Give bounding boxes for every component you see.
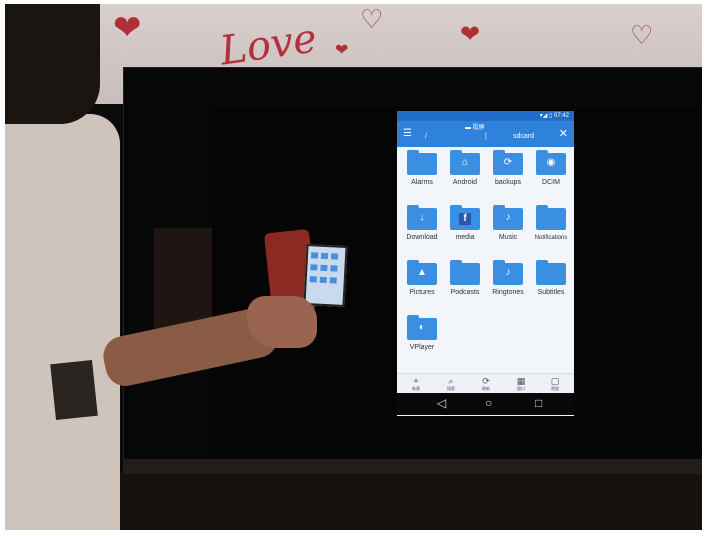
folder-download[interactable]: ↓ Download [400, 204, 444, 254]
grid-icon: ▦ [516, 376, 526, 386]
folder-icon [450, 260, 480, 285]
folder-vplayer[interactable]: ◐ VPlayer [400, 314, 444, 364]
person-head [5, 4, 100, 124]
status-time: 07:42 [553, 113, 569, 119]
folder-ringtones[interactable]: ♪ Ringtones [486, 259, 530, 309]
folder-icon: ↓ [407, 205, 437, 230]
folder-grid: Alarms ⌂ Android ⟳ backups ◉ DCIM ↓ Down… [397, 149, 574, 379]
folder-icon: ◐ [407, 315, 437, 340]
shirt-print [50, 359, 98, 421]
photo: ❤ ♡ ❤ ♡ Love ❤ [5, 4, 702, 530]
search-icon: ⌕ [448, 376, 454, 386]
new-button[interactable]: + 新建 [401, 376, 431, 392]
breadcrumb-root[interactable]: / [425, 133, 427, 140]
folder-podcasts[interactable]: Podcasts [443, 259, 487, 309]
windows-button[interactable]: ▦ 窗口 [506, 376, 536, 392]
refresh-button[interactable]: ⟳ 刷新 [471, 376, 501, 392]
person-hand [247, 296, 317, 348]
heart-icon: ❤ [113, 9, 142, 47]
heart-icon: ❤ [335, 42, 349, 59]
folder-pictures[interactable]: ▲ Pictures [400, 259, 444, 309]
folder-notifications[interactable]: Notifications [529, 204, 573, 254]
folder-icon [536, 260, 566, 285]
folder-icon [407, 150, 437, 175]
menu-icon[interactable]: ☰ [403, 128, 412, 139]
folder-icon: ⌂ [450, 150, 480, 175]
folder-music[interactable]: ♪ Music [486, 204, 530, 254]
heart-outline-icon: ♡ [630, 20, 654, 50]
folder-android[interactable]: ⌂ Android [443, 149, 487, 199]
signal-icons: ▾◢ ▯ [539, 113, 553, 119]
folder-icon: ▲ [407, 260, 437, 285]
folder-icon: ♪ [493, 205, 523, 230]
back-icon[interactable]: ◁ [437, 396, 446, 410]
folder-dcim[interactable]: ◉ DCIM [529, 149, 573, 199]
folder-icon [536, 205, 566, 230]
folder-icon: ⟳ [493, 150, 523, 175]
recent-apps-icon[interactable]: □ [535, 396, 542, 410]
android-nav-bar: ◁ ○ □ [397, 393, 574, 415]
folder-icon: f [450, 205, 480, 230]
app-bar: ☰ ▬ 投屏 / | sdcard ✕ [397, 121, 574, 147]
refresh-icon: ⟳ [482, 376, 490, 386]
view-icon: ▢ [550, 376, 560, 386]
folder-backups[interactable]: ⟳ backups [486, 149, 530, 199]
close-icon[interactable]: ✕ [559, 127, 568, 140]
folder-media[interactable]: f media [443, 204, 487, 254]
cast-label: ▬ 投屏 [465, 125, 485, 131]
heart-outline-icon: ♡ [360, 4, 384, 34]
mirrored-phone-screen: ▾◢ ▯ 07:42 ☰ ▬ 投屏 / | sdcard ✕ Alarms ⌂ … [397, 111, 574, 416]
plus-icon: + [413, 376, 419, 386]
breadcrumb-separator: | [485, 133, 487, 140]
folder-alarms[interactable]: Alarms [400, 149, 444, 199]
folder-subtitles[interactable]: Subtitles [529, 259, 573, 309]
status-bar: ▾◢ ▯ 07:42 [397, 111, 574, 121]
folder-icon: ◉ [536, 150, 566, 175]
view-button[interactable]: ▢ 视图 [540, 376, 570, 392]
heart-icon: ❤ [460, 21, 481, 48]
search-button[interactable]: ⌕ 搜索 [436, 376, 466, 392]
wall-love-text: Love [217, 15, 320, 75]
home-icon[interactable]: ○ [485, 396, 492, 410]
breadcrumb-sdcard[interactable]: sdcard [513, 133, 534, 140]
held-phone [303, 243, 348, 308]
person-body [5, 114, 120, 530]
folder-icon: ♪ [493, 260, 523, 285]
